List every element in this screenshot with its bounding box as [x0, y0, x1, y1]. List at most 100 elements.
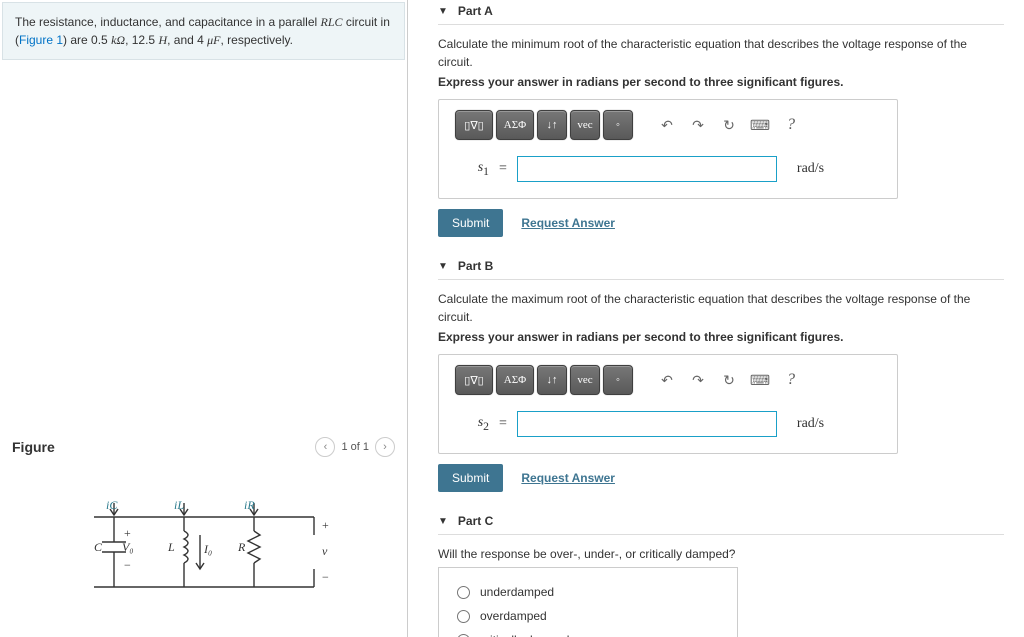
radio-underdamped[interactable] — [457, 586, 470, 599]
problem-after-link: ) are 0.5 — [63, 33, 111, 47]
caret-icon: ▼ — [438, 516, 448, 527]
label-v: v — [322, 544, 328, 558]
part-c-header[interactable]: ▼ Part C — [438, 514, 1004, 535]
option-label: overdamped — [480, 609, 547, 623]
label-C: C — [94, 540, 103, 554]
part-a: ▼ Part A Calculate the minimum root of t… — [438, 4, 1004, 237]
part-b-var: s2 — [455, 415, 489, 433]
part-a-input-row: s1 = rad/s — [455, 156, 881, 182]
part-b-instr: Express your answer in radians per secon… — [438, 330, 1004, 344]
part-a-header[interactable]: ▼ Part A — [438, 4, 1004, 25]
part-a-title: Part A — [458, 4, 493, 18]
label-plus-1: + — [124, 526, 131, 540]
option-underdamped[interactable]: underdamped — [457, 580, 719, 604]
help-icon[interactable]: ? — [780, 115, 802, 135]
part-b-request-link[interactable]: Request Answer — [521, 471, 615, 485]
caret-icon: ▼ — [438, 6, 448, 17]
part-a-input[interactable] — [517, 156, 777, 182]
right-pane: ▼ Part A Calculate the minimum root of t… — [408, 0, 1024, 637]
label-minus-2: − — [322, 570, 329, 584]
equals-sign: = — [499, 161, 507, 177]
radio-overdamped[interactable] — [457, 610, 470, 623]
symbols-button[interactable]: ΑΣΦ — [496, 365, 534, 395]
part-a-unit: rad/s — [797, 161, 824, 177]
option-overdamped[interactable]: overdamped — [457, 604, 719, 628]
reset-icon[interactable]: ↻ — [718, 115, 740, 135]
figure-section: Figure ‹ 1 of 1 › — [0, 427, 407, 637]
equals-sign: = — [499, 416, 507, 432]
part-b-input[interactable] — [517, 411, 777, 437]
subsup-button[interactable]: ↓↑ — [537, 110, 567, 140]
unit-uf: μF — [207, 33, 220, 47]
label-iC: iC — [106, 498, 118, 512]
degree-button[interactable]: ◦ — [603, 365, 633, 395]
part-c: ▼ Part C Will the response be over-, und… — [438, 514, 1004, 637]
part-b-answer-panel: ▯∇▯ ΑΣΦ ↓↑ vec ◦ ↶ ↷ ↻ ⌨ ? s2 = rad/s — [438, 354, 898, 454]
reset-icon[interactable]: ↻ — [718, 370, 740, 390]
figure-title: Figure — [12, 439, 55, 455]
label-iL: iL — [174, 498, 184, 512]
redo-icon[interactable]: ↷ — [687, 370, 709, 390]
radio-critically-damped[interactable] — [457, 634, 470, 637]
part-b-header[interactable]: ▼ Part B — [438, 259, 1004, 280]
part-a-answer-panel: ▯∇▯ ΑΣΦ ↓↑ vec ◦ ↶ ↷ ↻ ⌨ ? s1 = rad/s — [438, 99, 898, 199]
part-b: ▼ Part B Calculate the maximum root of t… — [438, 259, 1004, 492]
keyboard-icon[interactable]: ⌨ — [749, 370, 771, 390]
pager-next[interactable]: › — [375, 437, 395, 457]
part-c-desc: Will the response be over-, under-, or c… — [438, 545, 1004, 563]
symbols-button[interactable]: ΑΣΦ — [496, 110, 534, 140]
pager-label: 1 of 1 — [341, 441, 369, 453]
undo-icon[interactable]: ↶ — [656, 115, 678, 135]
part-b-submit-button[interactable]: Submit — [438, 464, 503, 492]
rlc-term: RLC — [321, 15, 343, 29]
figure-link[interactable]: Figure 1 — [19, 33, 63, 47]
option-label: underdamped — [480, 585, 554, 599]
label-plus-2: + — [322, 518, 329, 532]
problem-sep1: , 12.5 — [125, 33, 158, 47]
part-b-input-row: s2 = rad/s — [455, 411, 881, 437]
unit-kohm: kΩ — [111, 33, 125, 47]
part-a-instr: Express your answer in radians per secon… — [438, 75, 1004, 89]
part-b-submit-row: Submit Request Answer — [438, 464, 1004, 492]
problem-text: The resistance, inductance, and capacita… — [15, 15, 321, 29]
part-b-unit: rad/s — [797, 416, 824, 432]
part-b-toolbar: ▯∇▯ ΑΣΦ ↓↑ vec ◦ ↶ ↷ ↻ ⌨ ? — [455, 365, 881, 395]
circuit-diagram: iC iL iR C + V₀ − L I₀ R + v − — [74, 497, 334, 607]
problem-end: , respectively. — [221, 33, 293, 47]
vector-button[interactable]: vec — [570, 365, 600, 395]
subsup-button[interactable]: ↓↑ — [537, 365, 567, 395]
part-a-var: s1 — [455, 160, 489, 178]
degree-button[interactable]: ◦ — [603, 110, 633, 140]
label-I0: I₀ — [203, 542, 212, 556]
vector-button[interactable]: vec — [570, 110, 600, 140]
redo-icon[interactable]: ↷ — [687, 115, 709, 135]
part-c-title: Part C — [458, 514, 493, 528]
template-button[interactable]: ▯∇▯ — [455, 365, 493, 395]
label-R: R — [237, 540, 246, 554]
part-a-desc: Calculate the minimum root of the charac… — [438, 35, 1004, 71]
part-b-desc: Calculate the maximum root of the charac… — [438, 290, 1004, 326]
label-L: L — [167, 540, 175, 554]
part-a-submit-row: Submit Request Answer — [438, 209, 1004, 237]
part-c-options: underdamped overdamped critically damped — [438, 567, 738, 637]
caret-icon: ▼ — [438, 261, 448, 272]
left-pane: The resistance, inductance, and capacita… — [0, 0, 408, 637]
part-a-toolbar: ▯∇▯ ΑΣΦ ↓↑ vec ◦ ↶ ↷ ↻ ⌨ ? — [455, 110, 881, 140]
part-a-request-link[interactable]: Request Answer — [521, 216, 615, 230]
figure-pager: ‹ 1 of 1 › — [315, 437, 395, 457]
keyboard-icon[interactable]: ⌨ — [749, 115, 771, 135]
option-critically-damped[interactable]: critically damped — [457, 628, 719, 637]
undo-icon[interactable]: ↶ — [656, 370, 678, 390]
option-label: critically damped — [480, 633, 569, 637]
pager-prev[interactable]: ‹ — [315, 437, 335, 457]
part-b-title: Part B — [458, 259, 493, 273]
template-button[interactable]: ▯∇▯ — [455, 110, 493, 140]
help-icon[interactable]: ? — [780, 370, 802, 390]
figure-header: Figure ‹ 1 of 1 › — [12, 437, 395, 457]
problem-sep2: , and 4 — [167, 33, 207, 47]
unit-h: H — [158, 33, 167, 47]
part-a-submit-button[interactable]: Submit — [438, 209, 503, 237]
label-minus-1: − — [124, 558, 131, 572]
label-iR: iR — [244, 498, 255, 512]
label-V0: V₀ — [122, 540, 134, 554]
